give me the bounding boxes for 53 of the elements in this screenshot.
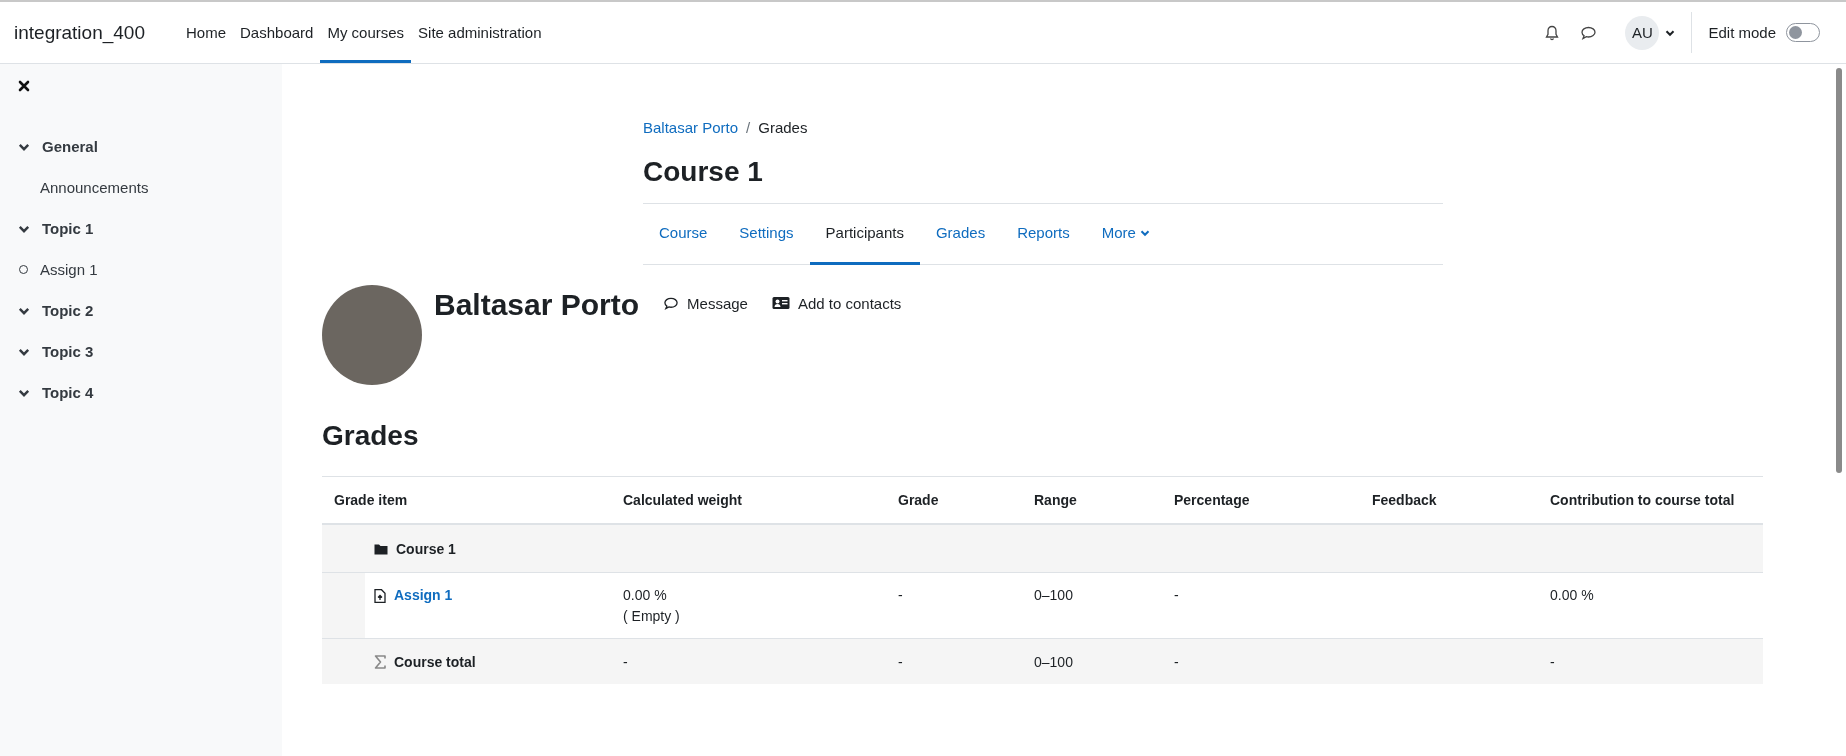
bell-icon xyxy=(1544,24,1561,41)
nav-link[interactable]: My courses xyxy=(320,5,412,63)
section-link[interactable]: Topic 2 xyxy=(42,302,94,319)
nav-link[interactable]: Home xyxy=(179,5,233,63)
table-cell-text: 0.00 % xyxy=(623,586,668,606)
table-cell-text: - xyxy=(1174,586,1180,606)
profile-action-link[interactable]: Message xyxy=(663,294,748,312)
section-link[interactable]: Topic 4 xyxy=(42,384,94,401)
site-name[interactable]: integration_400 xyxy=(14,21,145,44)
section-link[interactable]: Topic 1 xyxy=(42,220,94,237)
course-tab[interactable]: Grades xyxy=(919,203,1002,265)
close-icon xyxy=(18,80,30,92)
course-tab[interactable]: Settings xyxy=(723,203,810,265)
course-tab[interactable]: Reports xyxy=(1001,203,1086,265)
profile-action-link[interactable]: Add to contacts xyxy=(771,294,902,312)
total-label: Course total xyxy=(394,653,476,670)
section-heading: Grades xyxy=(322,418,420,453)
user-name: Baltasar Porto xyxy=(434,286,640,323)
grade-item-link[interactable]: Assign 1 xyxy=(394,585,453,607)
speech-bubble-icon xyxy=(663,295,680,311)
sigma-icon xyxy=(374,654,386,669)
nav-link[interactable]: Dashboard xyxy=(233,5,321,63)
activity-link[interactable]: Assign 1 xyxy=(40,261,98,278)
course-tab[interactable]: More xyxy=(1085,203,1166,265)
table-cell-note: ( Empty ) xyxy=(623,607,681,627)
speech-bubble-icon xyxy=(1580,24,1598,41)
table-cell-text: 0–100 xyxy=(1034,586,1074,606)
user-menu[interactable]: AU xyxy=(1607,15,1676,50)
breadcrumb-current: Grades xyxy=(758,118,808,136)
edit-mode-toggle[interactable] xyxy=(1786,23,1820,42)
section-link[interactable]: General xyxy=(42,138,98,155)
breadcrumb-link[interactable]: Baltasar Porto xyxy=(643,118,739,136)
folder-icon xyxy=(374,542,388,555)
scrollbar-thumb[interactable] xyxy=(1836,68,1842,473)
course-tab[interactable]: Participants xyxy=(809,203,920,265)
table-cell-text: 0–100 xyxy=(1034,653,1074,670)
breadcrumb-separator: / xyxy=(746,118,751,136)
table-cell-text: - xyxy=(898,653,904,670)
table-cell-text: - xyxy=(898,586,904,606)
course-tab[interactable]: Course xyxy=(643,203,724,265)
activity-link[interactable]: Announcements xyxy=(40,179,149,196)
user-initials-avatar: AU xyxy=(1625,15,1660,50)
edit-mode-label: Edit mode xyxy=(1708,24,1776,41)
nav-link[interactable]: Site administration xyxy=(411,5,549,63)
table-cell-text: 0.00 % xyxy=(1550,586,1595,606)
table-cell-text: - xyxy=(1174,653,1180,670)
table-cell-text: - xyxy=(623,653,629,670)
table-cell-text: - xyxy=(1550,653,1556,670)
course-title: Course 1 xyxy=(643,155,764,189)
category-name: Course 1 xyxy=(396,540,456,557)
section-link[interactable]: Topic 3 xyxy=(42,343,94,360)
contact-card-icon xyxy=(771,296,790,311)
file-upload-icon xyxy=(374,588,386,603)
